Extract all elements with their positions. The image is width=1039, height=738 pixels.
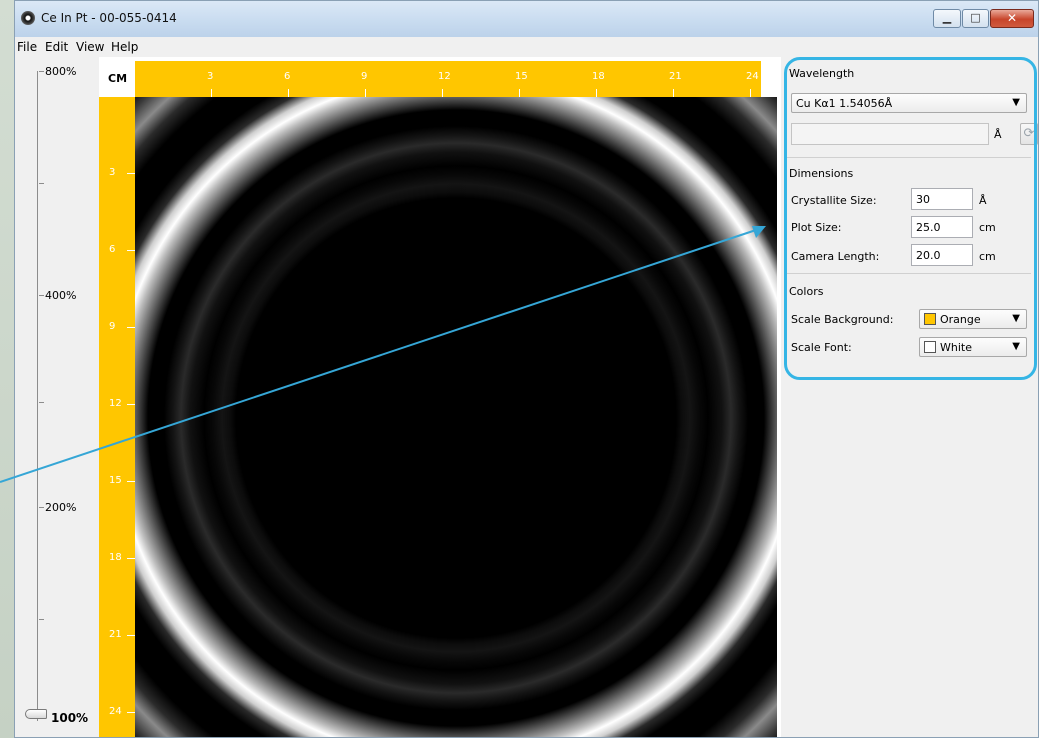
callout-arrow-line bbox=[0, 227, 763, 483]
callout-arrow-head bbox=[752, 226, 766, 238]
callout-arrow bbox=[0, 226, 766, 483]
